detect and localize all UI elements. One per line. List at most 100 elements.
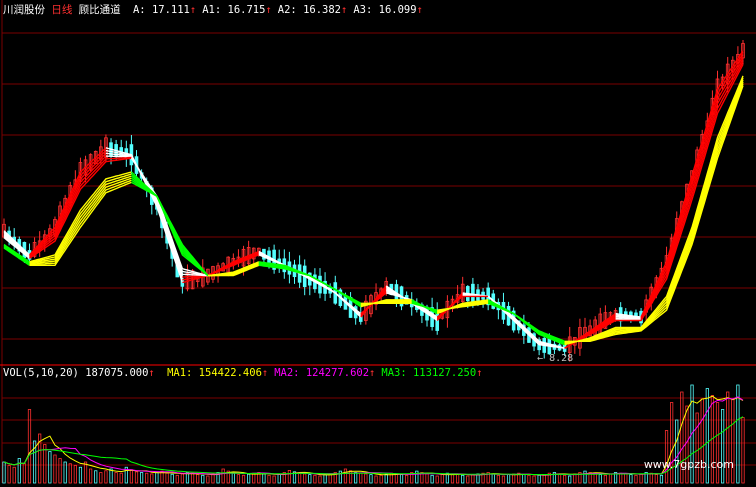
volume-bar (109, 468, 113, 484)
volume-ma-lines (3, 395, 744, 476)
vol-label[interactable]: VOL(5,10,20) (3, 367, 79, 379)
volume-bar (721, 409, 725, 484)
volume-bar (450, 473, 455, 484)
low-price-value: 8.28 (549, 353, 574, 364)
vol-ma-item-arrow: ↑ (369, 367, 376, 379)
vol-ma-item-label: MA1: (167, 367, 199, 379)
volume-bar (129, 469, 134, 484)
low-arrow: ← (537, 353, 544, 364)
volume-bar (501, 475, 506, 484)
volume-bar (695, 412, 699, 484)
vol-ma-item-arrow: ↑ (476, 367, 483, 379)
volume-bar (313, 474, 317, 484)
long-band-line (131, 181, 209, 277)
volume-bar (48, 451, 52, 484)
header-item-value: 16.715 (227, 4, 266, 16)
volume-bar (527, 474, 531, 484)
volume-bar (196, 474, 200, 484)
volume-bar (455, 474, 460, 484)
volume-ma-line (3, 396, 744, 476)
volume-bar (736, 384, 740, 484)
long-band-line (564, 83, 744, 343)
volume-bar (532, 475, 536, 484)
volume-bar (593, 473, 597, 484)
volume-bar (114, 472, 118, 484)
volume-bar (491, 473, 495, 484)
volume-bar (435, 475, 439, 484)
volume-bar (583, 470, 587, 484)
volume-bar (603, 474, 607, 484)
volume-bar (639, 473, 643, 484)
volume-bar (634, 474, 638, 484)
volume-bar (374, 475, 378, 484)
volume-bar (12, 466, 16, 484)
header-item-1: A1: 16.715↑ (202, 4, 272, 16)
stock-name[interactable]: 川润股份 (3, 4, 45, 16)
volume-bar (145, 472, 149, 484)
volume-bar (134, 471, 139, 484)
volume-bar (563, 474, 567, 484)
volume-bar (425, 473, 429, 484)
volume-bar (629, 474, 633, 484)
header-item-3: A3: 16.099↑ (353, 4, 423, 16)
volume-bar (379, 474, 383, 484)
short-band-line (615, 318, 642, 321)
volume-bar (440, 474, 444, 484)
volume-bar (43, 444, 47, 484)
header-item-arrow: ↑ (265, 4, 272, 16)
volume-ma-line (3, 416, 744, 475)
volume-bar (165, 472, 169, 484)
volume-bar (537, 474, 541, 484)
watermark: www.7gpzb.com (643, 458, 734, 471)
volume-bar (430, 474, 434, 484)
long-band-line (564, 81, 744, 344)
volume-bar (619, 472, 623, 484)
header-item-arrow: ↑ (189, 4, 197, 16)
low-price-annotation: ← 8.28 (537, 353, 573, 364)
vol-ma-item-arrow: ↑ (261, 367, 269, 379)
volume-bar (58, 458, 62, 484)
volume-bar (343, 468, 348, 484)
volume-bar (78, 466, 83, 484)
volume-bar (466, 475, 470, 484)
volume-bar (68, 463, 72, 484)
volume-bar (170, 473, 174, 484)
volume-bar (252, 472, 256, 484)
indicator-values: A: 17.111↑ A1: 16.715↑ A2: 16.382↑ A3: 16.0… (127, 4, 423, 16)
volume-bar (364, 473, 368, 484)
vol-value: 187075.000 (85, 367, 149, 379)
volume-bar (573, 473, 577, 484)
header-item-arrow: ↑ (341, 4, 348, 16)
long-band-line (29, 179, 132, 266)
volume-bar (394, 473, 399, 484)
short-band-line (130, 157, 209, 277)
volume-bar (175, 474, 179, 484)
volume-bar (659, 474, 664, 484)
volume-bar (608, 473, 613, 484)
volume-bar (155, 472, 159, 484)
header-item-label: A: (132, 4, 152, 16)
volume-bar (649, 472, 653, 484)
vol-ma-item-value: 154422.406 (198, 367, 262, 379)
volume-bar (506, 474, 511, 484)
volume-bar (685, 405, 689, 484)
period-label[interactable]: 日线 (51, 4, 72, 16)
volume-bar (512, 473, 516, 484)
volume-bar (557, 473, 562, 484)
volume-ma-line (3, 395, 744, 476)
volume-bar (297, 472, 302, 484)
volume-bar (221, 468, 225, 484)
volume-bar (27, 409, 32, 484)
volume-bar (308, 474, 312, 484)
volume-bar (73, 465, 77, 484)
header-item-0: A: 17.111↑ (133, 4, 196, 16)
indicator-name[interactable]: 顾比通道 (79, 4, 121, 16)
header-item-label: A3: (353, 4, 379, 16)
header-item-value: 16.099 (378, 4, 417, 16)
volume-bar (140, 472, 144, 484)
volume-bar (359, 472, 363, 484)
volume-bar (598, 474, 602, 484)
volume-bar (53, 454, 57, 484)
guppy-bands (3, 50, 744, 349)
header-item-2: A2: 16.382↑ (278, 4, 348, 16)
